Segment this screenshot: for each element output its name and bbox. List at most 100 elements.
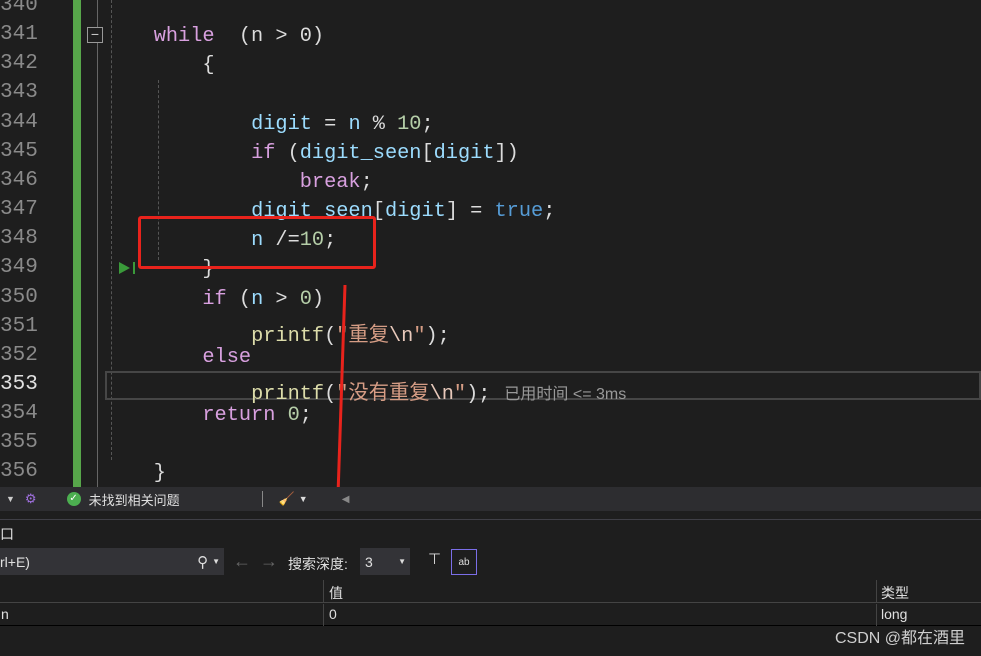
code-line[interactable]: }	[105, 462, 166, 485]
forward-icon[interactable]: →	[260, 551, 278, 572]
code-token: n	[251, 287, 264, 311]
collapse-icon[interactable]: −	[87, 27, 103, 43]
column-header-type[interactable]: 类型	[881, 583, 909, 603]
column-divider[interactable]	[876, 580, 877, 603]
code-token: digit	[251, 112, 312, 136]
code-token: ;	[543, 200, 556, 224]
code-token: ])	[494, 141, 519, 165]
line-number: 348	[0, 227, 38, 251]
row-type: long	[881, 606, 908, 622]
check-icon: ✓	[66, 492, 81, 506]
code-line[interactable]	[105, 83, 154, 106]
code-editor[interactable]: − 340 341 while (n > 0) 342 {343 344 digi…	[0, 0, 981, 487]
scroll-left-icon[interactable]: ◀	[342, 494, 350, 505]
line-number: 343	[0, 81, 38, 105]
column-divider[interactable]	[323, 580, 324, 603]
code-token: while	[153, 25, 215, 49]
code-token: (	[226, 287, 252, 311]
line-number: 347	[0, 198, 38, 222]
code-token: ;	[421, 112, 434, 136]
code-line[interactable]: break;	[105, 171, 373, 194]
issues-status[interactable]: 未找到相关问题	[89, 490, 180, 509]
back-icon[interactable]: ←	[233, 551, 251, 572]
line-number: 341	[0, 23, 38, 47]
code-line[interactable]: while (n > 0)	[105, 25, 324, 48]
code-line[interactable]: printf("重复\n");	[105, 317, 450, 348]
dropdown-icon[interactable]: ▼	[299, 494, 308, 504]
watermark: CSDN @都在酒里	[834, 630, 965, 647]
code-token: (	[275, 141, 300, 165]
code-token: if	[202, 287, 227, 311]
code-token: );	[466, 382, 491, 406]
pin-filter-icon[interactable]: ⊤	[428, 550, 441, 568]
code-line[interactable]: else	[105, 346, 251, 369]
line-number: 353	[0, 372, 38, 396]
code-line[interactable]: if (digit_seen[digit])	[105, 142, 519, 165]
code-token: digit_seen	[299, 141, 422, 165]
code-token: (	[324, 382, 337, 406]
code-token: );	[425, 324, 450, 348]
dropdown-icon[interactable]: ▼	[6, 494, 15, 504]
code-token: printf	[251, 324, 325, 348]
code-line[interactable]: digit = n % 10;	[105, 113, 434, 136]
intellicode-icon[interactable]: ⚙	[25, 491, 37, 507]
code-token: (	[324, 324, 337, 348]
line-number: 346	[0, 168, 38, 192]
code-token: "没有重复	[336, 382, 430, 406]
line-number: 351	[0, 314, 38, 338]
code-token: else	[202, 345, 252, 369]
elapsed-time-hint[interactable]: 已用时间 <= 3ms	[504, 386, 626, 403]
code-line[interactable]	[105, 0, 154, 19]
code-line[interactable]: if (n > 0)	[105, 288, 324, 311]
code-token: "	[453, 382, 467, 406]
code-token: \n	[389, 324, 414, 348]
code-token: ;	[360, 170, 373, 194]
code-line[interactable]: printf("没有重复\n"); 已用时间 <= 3ms	[105, 375, 626, 406]
code-line[interactable]: {	[105, 54, 214, 77]
search-depth-select[interactable]: 3 ▼	[360, 548, 410, 575]
line-number: 354	[0, 402, 38, 426]
code-token: return	[202, 404, 276, 428]
line-number: 355	[0, 431, 38, 455]
column-header-row: 值 类型	[0, 580, 981, 603]
code-token: true	[494, 200, 544, 224]
watch-panel: 口 rl+E) ⚲ ▼ ← → 搜索深度: 3 ▼ ⊤ ab 值 类型 n 0 …	[0, 519, 981, 656]
line-number: 345	[0, 139, 38, 163]
code-token: break	[299, 170, 361, 194]
editor-status-bar: ▼ ⚙ ✓ 未找到相关问题 🧹 ▼ ◀	[0, 487, 981, 511]
code-token: (n > 0)	[214, 25, 325, 49]
table-row[interactable]: n 0 long	[0, 604, 981, 626]
code-line[interactable]: return 0;	[105, 404, 312, 427]
line-number: 356	[0, 460, 38, 484]
code-token: =	[311, 112, 349, 136]
search-input[interactable]: rl+E) ⚲ ▼	[0, 548, 224, 575]
column-header-value[interactable]: 值	[329, 583, 343, 603]
change-tracking-bar	[73, 0, 81, 487]
code-token: printf	[251, 382, 325, 406]
row-value[interactable]: 0	[329, 606, 337, 622]
line-number: 350	[0, 285, 38, 309]
code-line[interactable]	[105, 433, 154, 456]
line-number: 340	[0, 0, 38, 17]
search-icon[interactable]: ⚲	[197, 553, 208, 571]
code-token: >	[263, 287, 300, 311]
line-number: 349	[0, 256, 38, 280]
code-token: [	[421, 141, 434, 165]
divider	[261, 491, 263, 507]
pin-ab-icon[interactable]: ab	[451, 549, 477, 575]
code-token: }	[153, 462, 166, 486]
cleanup-icon[interactable]: 🧹	[279, 491, 295, 507]
search-depth-label: 搜索深度:	[288, 556, 348, 572]
column-divider	[323, 604, 324, 626]
code-token: digit	[433, 141, 495, 165]
outline-line	[97, 0, 98, 487]
code-token: if	[251, 141, 276, 165]
dropdown-icon[interactable]: ▼	[212, 557, 220, 566]
code-token: \n	[429, 382, 454, 406]
